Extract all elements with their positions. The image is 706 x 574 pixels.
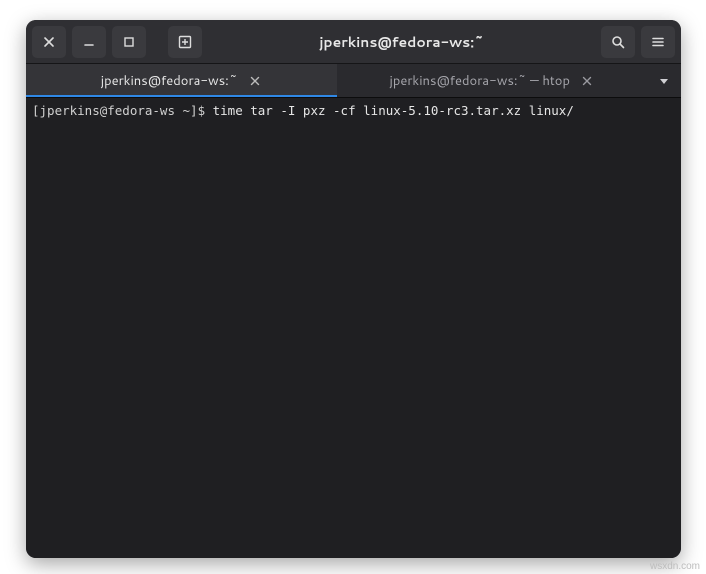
new-tab-button[interactable] — [168, 26, 202, 58]
search-button[interactable] — [601, 26, 635, 58]
search-icon — [611, 35, 625, 49]
close-icon — [250, 76, 260, 86]
maximize-icon — [123, 36, 135, 48]
chevron-down-icon — [658, 75, 670, 87]
tab-close-button[interactable] — [248, 74, 262, 88]
terminal-output[interactable]: [jperkins@fedora-ws ~]$ time tar -I pxz … — [26, 98, 681, 558]
tab-label: jperkins@fedora-ws:~ — htop — [390, 72, 570, 90]
shell-prompt: [jperkins@fedora-ws ~]$ — [32, 103, 213, 118]
tab-2[interactable]: jperkins@fedora-ws:~ — htop — [337, 64, 648, 97]
titlebar: jperkins@fedora-ws:~ — [26, 20, 681, 64]
maximize-window-button[interactable] — [112, 26, 146, 58]
new-tab-icon — [178, 35, 192, 49]
hamburger-icon — [651, 35, 665, 49]
close-icon — [582, 76, 592, 86]
tab-1[interactable]: jperkins@fedora-ws:~ — [26, 64, 337, 97]
close-window-button[interactable] — [32, 26, 66, 58]
close-icon — [43, 36, 55, 48]
menu-button[interactable] — [641, 26, 675, 58]
shell-command: time tar -I pxz -cf linux-5.10-rc3.tar.x… — [213, 103, 574, 118]
minimize-icon — [83, 36, 95, 48]
window-title: jperkins@fedora-ws:~ — [208, 32, 595, 52]
tab-menu-button[interactable] — [647, 64, 681, 97]
minimize-window-button[interactable] — [72, 26, 106, 58]
watermark: wsxdn.com — [650, 561, 700, 572]
tab-label: jperkins@fedora-ws:~ — [101, 72, 238, 90]
tab-bar: jperkins@fedora-ws:~ jperkins@fedora-ws:… — [26, 64, 681, 98]
terminal-window: jperkins@fedora-ws:~ jperkins@fedora-ws:… — [26, 20, 681, 558]
tab-close-button[interactable] — [580, 74, 594, 88]
